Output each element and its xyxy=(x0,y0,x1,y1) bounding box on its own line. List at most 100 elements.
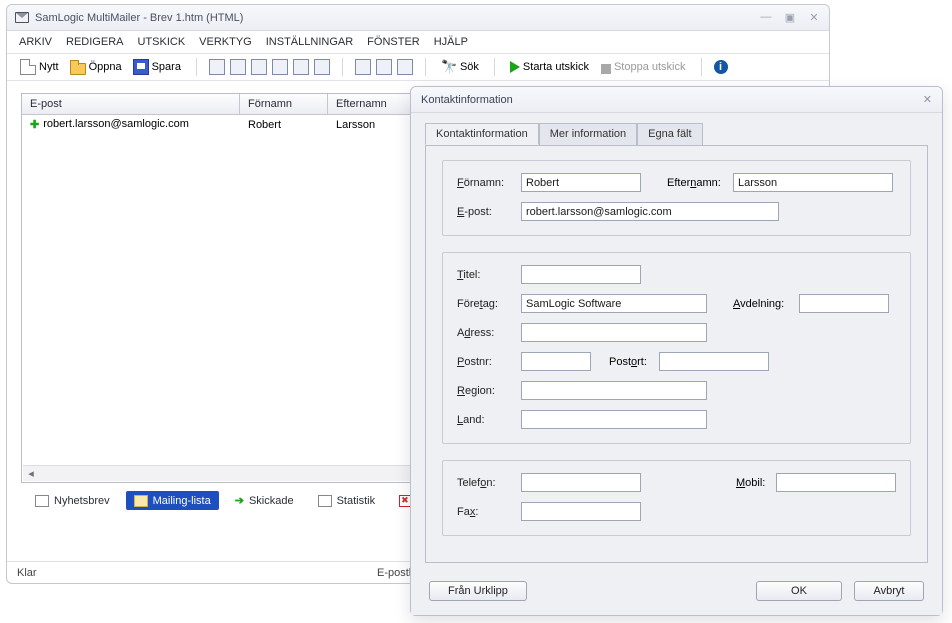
tab-egna-falt[interactable]: Egna fält xyxy=(637,123,702,145)
postort-field[interactable] xyxy=(659,352,769,371)
oppna-label: Öppna xyxy=(89,61,122,73)
name-group: Förnamn: Efternamn: E-post: xyxy=(442,160,911,236)
window-title: SamLogic MultiMailer - Brev 1.htm (HTML) xyxy=(35,12,243,24)
label-efternamn: Efternamn: xyxy=(667,177,733,189)
tab-nyhetsbrev[interactable]: Nyhetsbrev xyxy=(27,491,118,510)
menu-verktyg[interactable]: VERKTYG xyxy=(199,36,252,48)
telefon-field[interactable] xyxy=(521,473,641,492)
tool-icon-4[interactable] xyxy=(272,59,288,75)
plus-icon: ✚ xyxy=(30,118,39,131)
open-folder-icon xyxy=(70,63,86,75)
nytt-button[interactable]: Nytt xyxy=(17,57,62,77)
cell-fornamn: Robert xyxy=(248,119,336,131)
tab-mer-information[interactable]: Mer information xyxy=(539,123,637,145)
play-icon xyxy=(510,61,520,73)
tool-icon-5[interactable] xyxy=(293,59,309,75)
region-field[interactable] xyxy=(521,381,707,400)
spara-button[interactable]: Spara xyxy=(130,57,184,77)
menu-redigera[interactable]: REDIGERA xyxy=(66,36,123,48)
stoppa-utskick-button: Stoppa utskick xyxy=(598,59,689,76)
land-field[interactable] xyxy=(521,410,707,429)
starta-label: Starta utskick xyxy=(523,61,589,73)
tab-skickade[interactable]: ➔Skickade xyxy=(227,491,302,510)
col-fornamn[interactable]: Förnamn xyxy=(240,94,328,114)
toolbar: Nytt Öppna Spara 🔭Sök Starta utskick Sto… xyxy=(7,54,829,81)
dialog-close-button[interactable]: ✕ xyxy=(923,93,932,106)
menu-utskick[interactable]: UTSKICK xyxy=(137,36,185,48)
new-file-icon xyxy=(20,59,36,75)
label-epost: E-post: xyxy=(457,206,521,218)
menu-arkiv[interactable]: ARKIV xyxy=(19,36,52,48)
avbryt-button[interactable]: Avbryt xyxy=(854,581,924,601)
oppna-button[interactable]: Öppna xyxy=(67,57,125,77)
contact-dialog: Kontaktinformation ✕ Kontaktinformation … xyxy=(410,86,943,616)
label-mobil: Mobil: xyxy=(736,477,776,489)
tab-statistik[interactable]: Statistik xyxy=(310,491,384,510)
dialog-title: Kontaktinformation xyxy=(421,94,513,106)
info-button[interactable]: i xyxy=(714,60,728,74)
label-land: Land: xyxy=(457,414,521,426)
fornamn-field[interactable] xyxy=(521,173,641,192)
titlebar: SamLogic MultiMailer - Brev 1.htm (HTML)… xyxy=(7,5,829,31)
menu-fonster[interactable]: FÖNSTER xyxy=(367,36,420,48)
tool-icon-2[interactable] xyxy=(230,59,246,75)
cell-efternamn: Larsson xyxy=(336,119,375,131)
efternamn-field[interactable] xyxy=(733,173,893,192)
stop-icon xyxy=(601,64,611,74)
foretag-field[interactable] xyxy=(521,294,707,313)
window-close-button[interactable]: ✕ xyxy=(807,11,821,24)
tool-icon-6[interactable] xyxy=(314,59,330,75)
dialog-tabs: Kontaktinformation Mer information Egna … xyxy=(425,123,928,145)
tool-icon-8[interactable] xyxy=(376,59,392,75)
starta-utskick-button[interactable]: Starta utskick xyxy=(507,59,592,75)
avdelning-field[interactable] xyxy=(799,294,889,313)
mobil-field[interactable] xyxy=(776,473,896,492)
nytt-label: Nytt xyxy=(39,61,59,73)
dialog-titlebar: Kontaktinformation ✕ xyxy=(411,87,942,113)
sok-label: Sök xyxy=(460,61,479,73)
menubar: ARKIV REDIGERA UTSKICK VERKTYG INSTÄLLNI… xyxy=(7,31,829,54)
tool-icon-9[interactable] xyxy=(397,59,413,75)
col-epost[interactable]: E-post xyxy=(22,94,240,114)
label-postort: Postort: xyxy=(609,356,659,368)
tab-mailinglista[interactable]: Mailing-lista xyxy=(126,491,219,510)
adress-field[interactable] xyxy=(521,323,707,342)
card-icon xyxy=(134,495,148,507)
label-fax: Fax: xyxy=(457,506,521,518)
cell-email: robert.larsson@samlogic.com xyxy=(43,118,189,131)
label-avdelning: Avdelning: xyxy=(733,298,799,310)
fax-field[interactable] xyxy=(521,502,641,521)
stoppa-label: Stoppa utskick xyxy=(614,61,686,73)
minimize-button[interactable]: — xyxy=(759,11,773,24)
phone-group: Telefon: Mobil: Fax: xyxy=(442,460,911,536)
dialog-panel: Förnamn: Efternamn: E-post: Titel: Föret… xyxy=(425,145,928,563)
label-titel: Titel: xyxy=(457,269,521,281)
label-region: Region: xyxy=(457,385,521,397)
menu-installningar[interactable]: INSTÄLLNINGAR xyxy=(266,36,353,48)
tool-icon-3[interactable] xyxy=(251,59,267,75)
tool-icon-1[interactable] xyxy=(209,59,225,75)
menu-hjalp[interactable]: HJÄLP xyxy=(434,36,468,48)
tool-icon-7[interactable] xyxy=(355,59,371,75)
postnr-field[interactable] xyxy=(521,352,591,371)
epost-field[interactable] xyxy=(521,202,779,221)
spara-label: Spara xyxy=(152,61,181,73)
status-left: Klar xyxy=(17,567,37,579)
fran-urklipp-button[interactable]: Från Urklipp xyxy=(429,581,527,601)
document-icon xyxy=(35,495,49,507)
label-foretag: Företag: xyxy=(457,298,521,310)
ok-button[interactable]: OK xyxy=(756,581,842,601)
label-telefon: Telefon: xyxy=(457,477,521,489)
binoculars-icon: 🔭 xyxy=(441,59,457,75)
label-postnr: Postnr: xyxy=(457,356,521,368)
sok-button[interactable]: 🔭Sök xyxy=(438,57,482,77)
label-fornamn: Förnamn: xyxy=(457,177,521,189)
tab-kontaktinformation[interactable]: Kontaktinformation xyxy=(425,123,539,145)
label-adress: Adress: xyxy=(457,327,521,339)
arrow-icon: ➔ xyxy=(235,494,244,507)
save-icon xyxy=(133,59,149,75)
app-icon xyxy=(15,12,29,23)
titel-field[interactable] xyxy=(521,265,641,284)
maximize-button[interactable]: ▣ xyxy=(783,11,797,24)
scroll-left-icon[interactable]: ◂ xyxy=(23,467,39,480)
